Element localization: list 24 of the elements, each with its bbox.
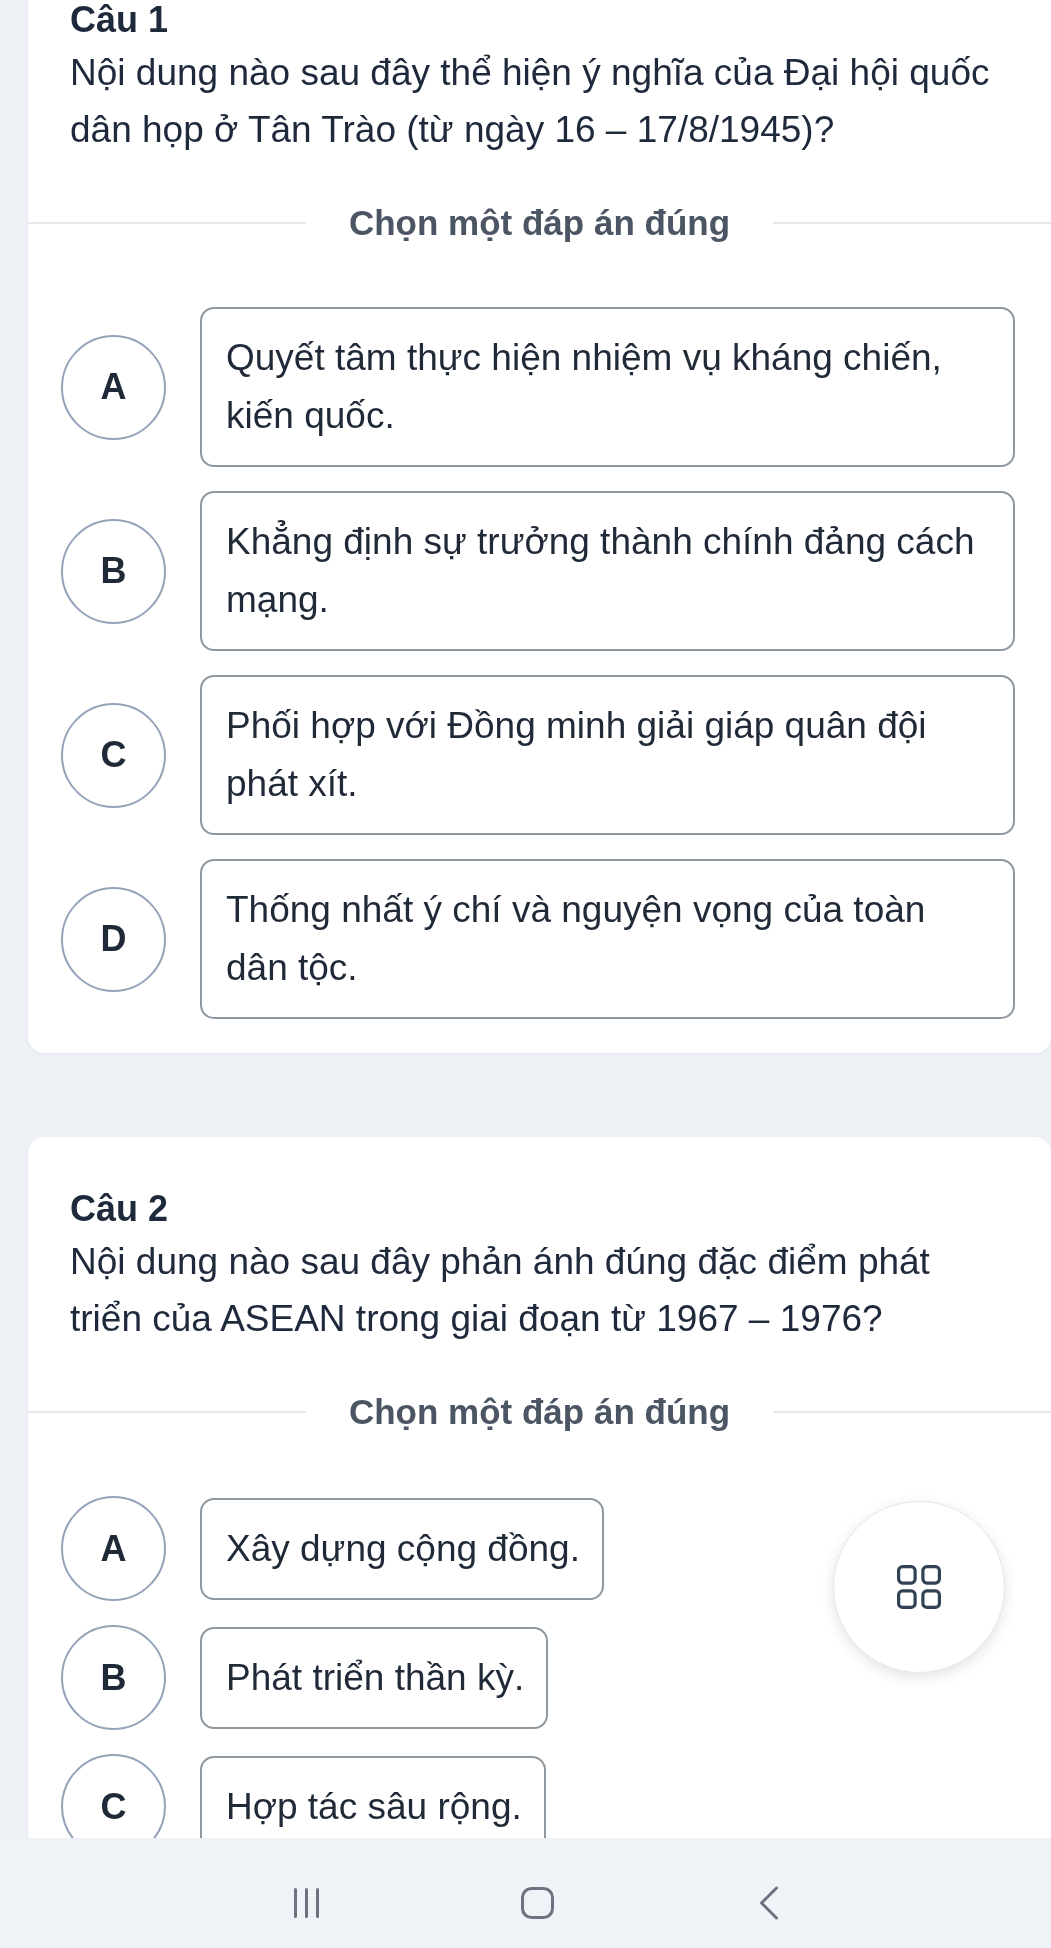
answer-option-button[interactable]: Phối hợp với Đồng minh giải giáp quân đội phát xít. xyxy=(200,675,1015,835)
answer-letter-button[interactable]: A xyxy=(61,334,166,440)
question-text: Nội dung nào sau đây thể hiện ý nghĩa của Đại hội quốc dân họp ở Tân Trào (từ ngày 16 – 17/8/1945)? xyxy=(70,51,991,152)
answer-instruction: Chọn một đáp án đúng xyxy=(348,1392,731,1432)
answer-letter-button[interactable]: C xyxy=(61,1754,166,1838)
answer-option-button[interactable]: Phát triển thần kỳ. xyxy=(200,1626,549,1729)
answer-letter-button[interactable]: B xyxy=(61,1625,166,1730)
answer-option-button[interactable]: Xây dựng cộng đồng. xyxy=(200,1497,604,1600)
answer-option-button[interactable]: Thống nhất ý chí và nguyện vọng của toàn dân tộc. xyxy=(200,859,1015,1019)
answer-letter-button[interactable]: D xyxy=(61,886,166,992)
answer-option-button[interactable]: Quyết tâm thực hiện nhiệm vụ kháng chiến, kiến quốc. xyxy=(200,307,1015,467)
answer-option-button[interactable]: Hợp tác sâu rộng. xyxy=(200,1755,546,1838)
back-icon[interactable] xyxy=(758,1886,779,1920)
question-text: Nội dung nào sau đây phản ánh đúng đặc điểm phát triển của ASEAN trong giai đoạn từ 1967 – 1976? xyxy=(70,1240,931,1341)
grid-icon xyxy=(897,1565,941,1609)
question-number: Câu 1 xyxy=(70,0,170,40)
home-icon[interactable] xyxy=(521,1887,554,1919)
question-number: Câu 2 xyxy=(70,1189,170,1229)
answer-letter-button[interactable]: B xyxy=(61,518,166,624)
answer-option-button[interactable]: Khẳng định sự trưởng thành chính đảng cách mạng. xyxy=(200,491,1015,651)
answer-instruction: Chọn một đáp án đúng xyxy=(348,203,731,243)
recent-apps-icon[interactable] xyxy=(293,1888,320,1918)
answer-letter-button[interactable]: C xyxy=(61,702,166,808)
answer-letter-button[interactable]: A xyxy=(61,1496,166,1601)
